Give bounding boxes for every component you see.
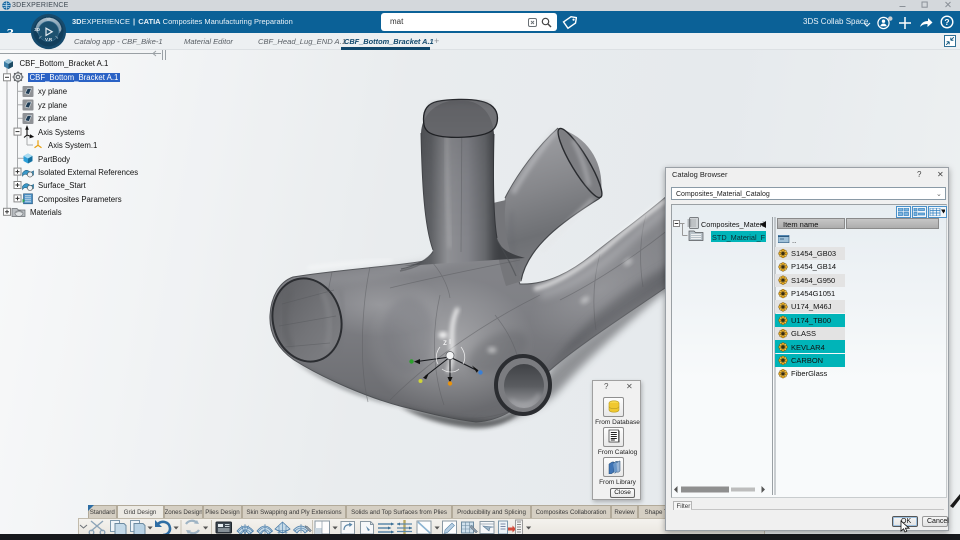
svg-text:Vr: Vr (47, 17, 52, 22)
svg-text:z: z (443, 338, 447, 347)
svg-text:i: i (60, 27, 61, 32)
svg-text:V.R: V.R (45, 37, 53, 42)
svg-text:3D: 3D (34, 27, 41, 32)
